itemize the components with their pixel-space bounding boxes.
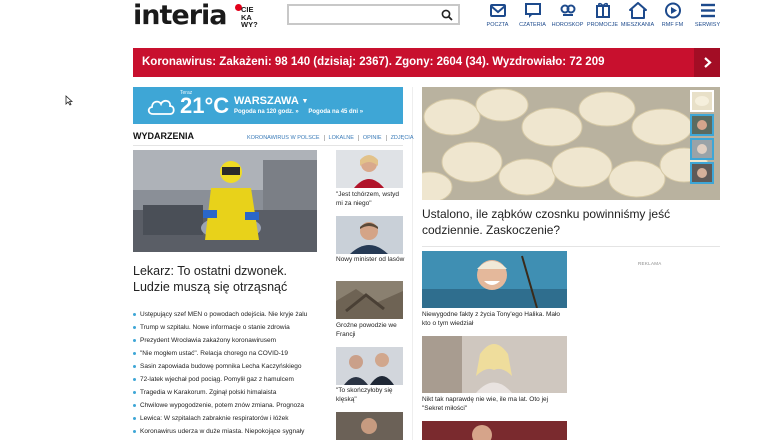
section-divider xyxy=(133,145,403,146)
minister-photo xyxy=(336,216,403,254)
nav-label: POCZTA xyxy=(486,22,509,28)
side-story-caption[interactable]: "To skończyłoby się klęską" xyxy=(336,387,406,404)
hazmat-photo xyxy=(133,150,317,252)
list-item[interactable]: 72-latek wjechał pod pociąg. Pomylił gaz… xyxy=(133,373,333,386)
story-thumb[interactable] xyxy=(422,421,567,440)
top-navigation: POCZTA CZATERIA HOROSKOP PROMOCJE MIESZK… xyxy=(480,2,725,28)
list-item[interactable]: "Nie mogłem ustać". Relacja chorego na C… xyxy=(133,347,333,360)
menu-icon xyxy=(700,3,715,18)
search-input[interactable] xyxy=(287,4,460,25)
woman-photo xyxy=(336,150,403,188)
person-photo xyxy=(422,421,567,440)
garlic-story-image[interactable] xyxy=(422,87,720,200)
nav-item-horoskop[interactable]: HOROSKOP xyxy=(550,2,585,28)
list-item[interactable]: Lewica: W szpitalach zabraknie respirato… xyxy=(133,412,333,425)
section-link-koronawirus[interactable]: KORONAWIRUS W POLSCE xyxy=(247,135,324,141)
story-caption[interactable]: Niewygodne fakty z życia Tony'ego Halika… xyxy=(422,310,570,328)
side-story-caption[interactable]: "Jest tchórzem, wstyd mi za niego" xyxy=(336,191,406,208)
right-divider xyxy=(422,246,720,247)
list-item[interactable]: Koronawirus uderza w duże miasta. Niepok… xyxy=(133,425,333,438)
nav-label: RMF FM xyxy=(661,22,684,28)
list-item[interactable]: Prezydent Wrocławia zakażony koronawirus… xyxy=(133,334,333,347)
story-thumb[interactable] xyxy=(422,251,567,308)
side-story-thumb[interactable] xyxy=(336,150,403,188)
coronavirus-more-button[interactable] xyxy=(694,48,720,77)
chat-icon xyxy=(524,3,541,18)
nav-label: MIESZKANIA xyxy=(620,22,655,28)
nav-item-promocje[interactable]: PROMOCJE xyxy=(585,2,620,28)
weather-city[interactable]: WARSZAWA ▼ xyxy=(234,95,308,107)
garlic-photo xyxy=(422,87,720,200)
gallery-thumbnails xyxy=(690,90,717,186)
section-links: KORONAWIRUS W POLSCE LOKALNE OPINIE ZDJĘ… xyxy=(247,135,417,141)
nav-item-poczta[interactable]: POCZTA xyxy=(480,2,515,28)
coronavirus-stats-bar[interactable]: Koronawirus: Zakażeni: 98 140 (dzisiaj: … xyxy=(133,48,720,77)
main-news-title[interactable]: Lekarz: To ostatni dzwonek. Ludzie muszą… xyxy=(133,263,323,295)
list-item[interactable]: Trump w szpitalu. Nowe informacje o stan… xyxy=(133,321,333,334)
nav-label: SERWISY xyxy=(694,22,721,28)
promo-icon xyxy=(595,2,610,18)
blonde-woman-photo xyxy=(422,336,567,393)
politicians-photo xyxy=(336,347,403,385)
nav-label: HOROSKOP xyxy=(551,22,584,28)
nav-item-czateria[interactable]: CZATERIA xyxy=(515,2,550,28)
side-story-thumb[interactable] xyxy=(336,347,403,385)
story-thumb[interactable] xyxy=(422,336,567,393)
logo-tagline: CIE KA WY? xyxy=(241,5,258,29)
side-story-thumb[interactable] xyxy=(336,281,403,319)
chevron-right-icon xyxy=(704,57,712,68)
list-item[interactable]: Tragedia w Karakorum. Zginął polski hima… xyxy=(133,386,333,399)
man-laughing-photo xyxy=(422,251,567,308)
gallery-thumb[interactable] xyxy=(690,114,714,136)
nav-item-mieszkania[interactable]: MIESZKANIA xyxy=(620,2,655,28)
logo-wordmark: interia xyxy=(133,0,227,31)
list-item[interactable]: Ustępujący szef MEN o powodach odejścia.… xyxy=(133,308,333,321)
weather-45d-link[interactable]: Pogoda na 45 dni » xyxy=(308,109,363,115)
chevron-down-icon: ▼ xyxy=(301,98,309,105)
coronavirus-stats-text: Koronawirus: Zakażeni: 98 140 (dzisiaj: … xyxy=(142,56,605,68)
section-link-lokalne[interactable]: LOKALNE xyxy=(323,135,358,141)
list-item[interactable]: Chwilowe wypogodzenie, potem znów zmiana… xyxy=(133,399,333,412)
mouse-cursor-icon xyxy=(65,95,73,106)
gallery-thumb[interactable] xyxy=(690,138,714,160)
side-story-caption[interactable]: Groźne powodzie we Francji xyxy=(336,322,406,339)
flood-photo xyxy=(336,281,403,319)
home-icon xyxy=(628,2,647,19)
section-title-events[interactable]: WYDARZENIA xyxy=(133,131,194,141)
play-icon xyxy=(664,2,681,19)
mail-icon xyxy=(489,4,506,17)
search-icon[interactable] xyxy=(441,9,453,21)
gallery-thumb[interactable] xyxy=(690,90,714,112)
list-item[interactable]: Sasin zapowiada budowę pomnika Lecha Kac… xyxy=(133,360,333,373)
side-story-thumb[interactable] xyxy=(336,216,403,254)
weather-links: Pogoda na 120 godz. » Pogoda na 45 dni » xyxy=(234,109,363,115)
side-story-caption[interactable]: Nowy minister od lasów xyxy=(336,256,406,265)
garlic-story-title[interactable]: Ustalono, ile ząbków czosnku powinniśmy … xyxy=(422,206,720,238)
horoscope-icon xyxy=(560,4,575,16)
weather-city-name: WARSZAWA xyxy=(234,95,299,107)
weather-120h-link[interactable]: Pogoda na 120 godz. » xyxy=(234,109,299,115)
nav-item-serwisy[interactable]: SERWISY xyxy=(690,2,725,28)
side-story-thumb[interactable] xyxy=(336,412,403,440)
ad-label: REKLAMA xyxy=(638,261,662,266)
person-photo xyxy=(336,412,403,440)
story-caption[interactable]: Nikt tak naprawdę nie wie, ile ma lat. O… xyxy=(422,395,570,413)
cloud-icon xyxy=(147,99,175,115)
weather-temperature: 21°C xyxy=(180,93,230,118)
section-link-opinie[interactable]: OPINIE xyxy=(357,135,386,141)
nav-label: PROMOCJE xyxy=(586,22,619,28)
nav-item-rmf[interactable]: RMF FM xyxy=(655,2,690,28)
nav-label: CZATERIA xyxy=(519,22,546,28)
interia-logo[interactable]: interia CIE KA WY? xyxy=(133,0,258,31)
main-news-image[interactable] xyxy=(133,150,317,252)
gallery-thumb[interactable] xyxy=(690,162,714,184)
news-list: Ustępujący szef MEN o powodach odejścia.… xyxy=(133,308,333,438)
section-link-zdjecia[interactable]: ZDJĘCIA xyxy=(385,135,418,141)
weather-widget[interactable]: Teraz 21°C WARSZAWA ▼ Pogoda na 120 godz… xyxy=(133,87,403,124)
